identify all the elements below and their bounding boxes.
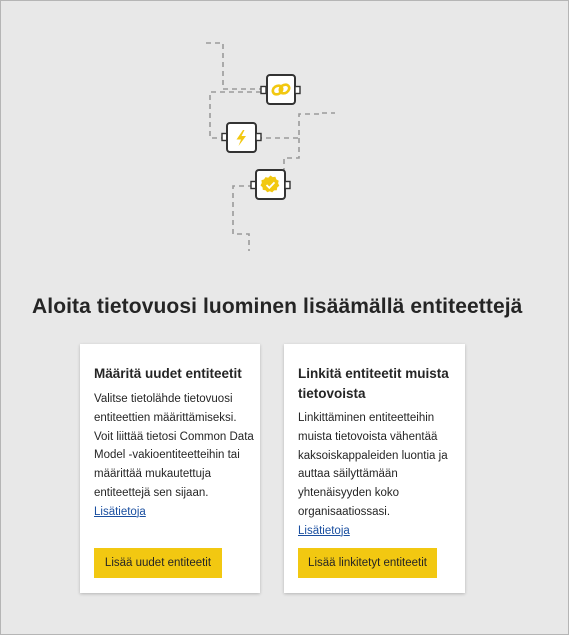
card-description: Valitse tietolähde tietovuosi entiteetti…	[94, 390, 254, 522]
verified-badge-node	[250, 169, 291, 200]
link-node	[260, 74, 301, 105]
lightning-node	[221, 122, 262, 153]
card-description-text: Valitse tietolähde tietovuosi entiteetti…	[94, 393, 254, 499]
link-entities-card: Linkitä entiteetit muista tietovoista Li…	[284, 344, 465, 593]
add-new-entities-button[interactable]: Lisää uudet entiteetit	[94, 548, 222, 578]
learn-more-link[interactable]: Lisätietoja	[94, 503, 254, 522]
define-new-entities-card: Määritä uudet entiteetit Valitse tietolä…	[80, 344, 260, 593]
add-linked-entities-button[interactable]: Lisää linkitetyt entiteetit	[298, 548, 437, 578]
card-description: Linkittäminen entiteetteihin muista tiet…	[298, 409, 459, 541]
learn-more-link[interactable]: Lisätietoja	[298, 522, 459, 541]
dataflow-illustration	[206, 42, 335, 251]
card-title: Määritä uudet entiteetit	[94, 366, 242, 381]
page-heading: Aloita tietovuosi luominen lisäämällä en…	[32, 295, 523, 318]
card-description-text: Linkittäminen entiteetteihin muista tiet…	[298, 412, 448, 518]
dataflow-empty-state: Aloita tietovuosi luominen lisäämällä en…	[0, 0, 569, 635]
card-title: Linkitä entiteetit muista tietovoista	[298, 366, 449, 401]
